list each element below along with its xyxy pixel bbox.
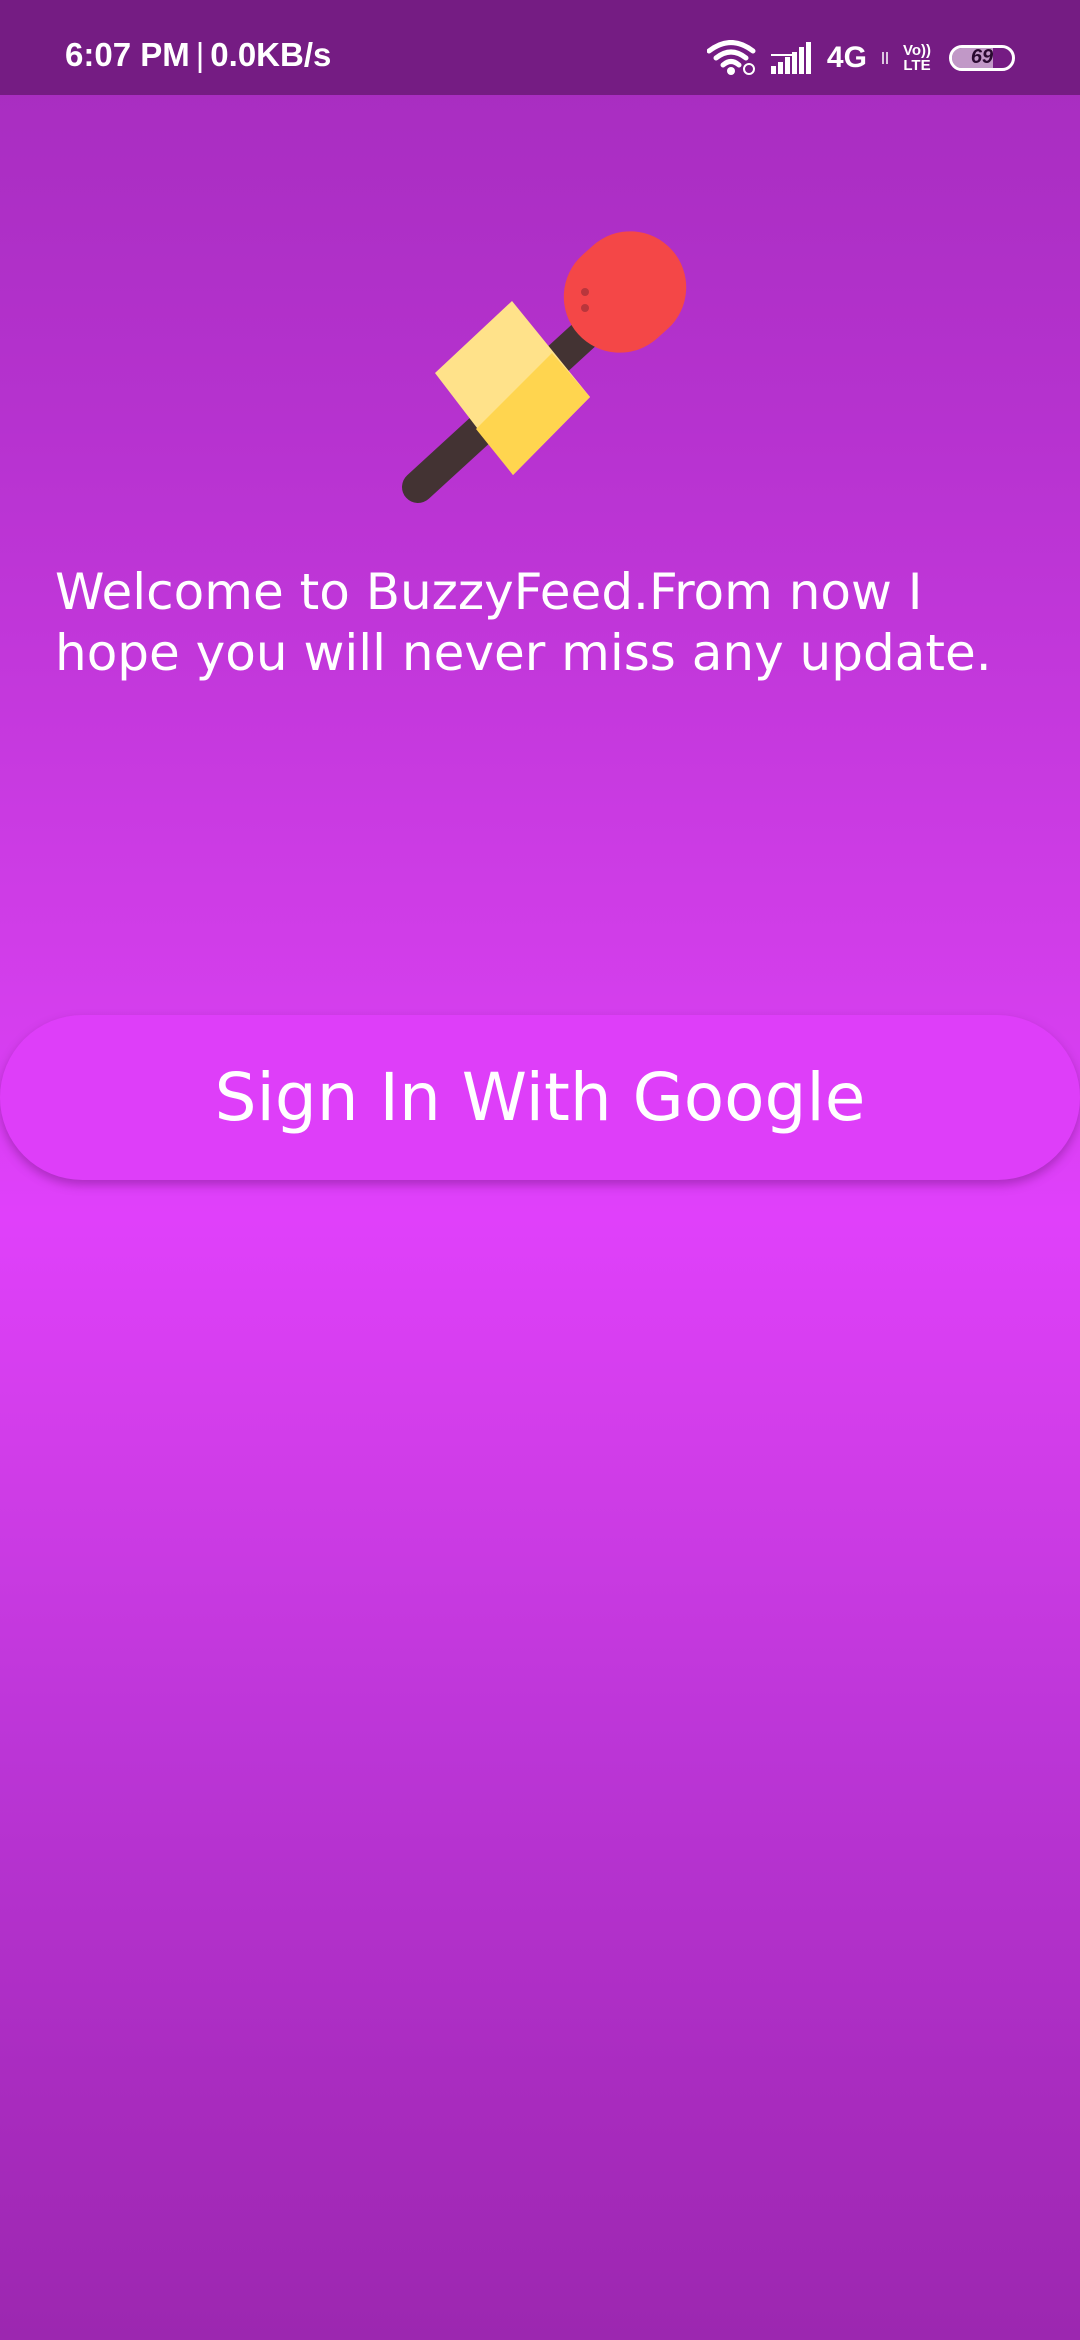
clock: 6:07 PM: [65, 36, 190, 73]
data-speed: 0.0KB/s: [210, 36, 332, 73]
welcome-message: Welcome to BuzzyFeed.From now I hope you…: [55, 563, 992, 682]
microphone-icon: [402, 231, 687, 503]
volte-bottom: LTE: [903, 57, 931, 74]
status-separator: |: [195, 36, 205, 73]
status-icons: 4G Vo)) LTE 69: [706, 38, 1015, 78]
volte-top: Vo)): [902, 42, 931, 59]
wifi-icon: [706, 40, 757, 76]
status-bar: 6:07 PM | 0.0KB/s 4G Vo)) LTE 69: [0, 0, 1080, 95]
volte-indicator: Vo)) LTE: [903, 43, 931, 73]
data-arrows-icon: [881, 50, 889, 66]
network-type: 4G: [826, 41, 867, 74]
status-time-area: 6:07 PM | 0.0KB/s: [65, 36, 331, 74]
battery-icon: 69: [949, 45, 1015, 71]
battery-level: 69: [970, 46, 994, 68]
sign-in-with-google-button[interactable]: Sign In With Google: [0, 1015, 1080, 1180]
signal-icon: [770, 42, 813, 74]
